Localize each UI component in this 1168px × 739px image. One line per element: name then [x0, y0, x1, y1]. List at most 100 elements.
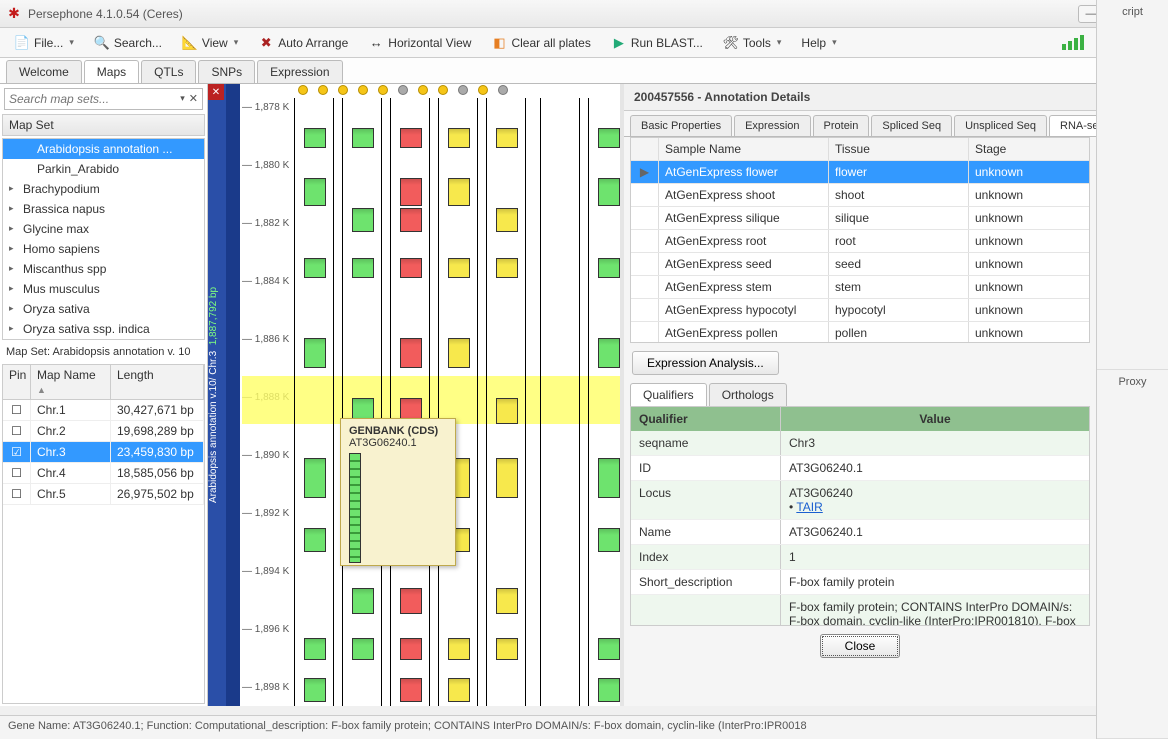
gene-feature[interactable] [448, 128, 470, 148]
gene-feature[interactable] [496, 398, 518, 424]
gene-feature[interactable] [352, 208, 374, 232]
gene-feature[interactable] [304, 638, 326, 660]
gene-feature[interactable] [496, 588, 518, 614]
rna-row[interactable]: AtGenExpress rootrootunknown [631, 230, 1089, 253]
gene-feature[interactable] [448, 338, 470, 368]
track[interactable] [390, 98, 430, 706]
tab-snps[interactable]: SNPs [198, 60, 255, 83]
mapset-search-input[interactable] [9, 92, 176, 106]
side-dock-item[interactable]: cript [1097, 0, 1168, 370]
tab-expression[interactable]: Expression [734, 115, 810, 136]
map-row[interactable]: ☐Chr.526,975,502 bp [3, 484, 204, 505]
gene-feature[interactable] [598, 638, 620, 660]
rna-row[interactable]: AtGenExpress shootshootunknown [631, 184, 1089, 207]
gene-feature[interactable] [304, 338, 326, 368]
tree-item[interactable]: Arabidopsis annotation ... [3, 139, 204, 159]
gene-feature[interactable] [496, 128, 518, 148]
qualifier-row[interactable]: Short_descriptionF-box family protein [631, 570, 1089, 595]
gene-feature[interactable] [448, 638, 470, 660]
qualifier-row[interactable]: Index1 [631, 545, 1089, 570]
tab-orthologs[interactable]: Orthologs [709, 383, 787, 406]
rna-row[interactable]: ▶AtGenExpress flowerflowerunknown [631, 161, 1089, 184]
tree-item[interactable]: ▸Oryza sativa ssp. indica [3, 319, 204, 339]
clear-search-icon[interactable]: ✕ [189, 92, 198, 105]
mapset-tree[interactable]: Arabidopsis annotation ...Parkin_Arabido… [2, 138, 205, 340]
tree-item[interactable]: ▸Glycine max [3, 219, 204, 239]
tree-item[interactable]: ▸Oryza sativa [3, 299, 204, 319]
gene-feature[interactable] [598, 178, 620, 206]
map-row[interactable]: ☐Chr.130,427,671 bp [3, 400, 204, 421]
tree-item[interactable]: ▸Miscanthus spp [3, 259, 204, 279]
gene-feature[interactable] [448, 258, 470, 278]
gene-feature[interactable] [352, 638, 374, 660]
clear-plates-button[interactable]: ◧Clear all plates [485, 33, 596, 53]
track[interactable] [540, 98, 580, 706]
track[interactable] [342, 98, 382, 706]
track[interactable] [486, 98, 526, 706]
tair-link[interactable]: TAIR [796, 500, 822, 514]
tree-item[interactable]: ▸Brachypodium [3, 179, 204, 199]
gene-feature[interactable] [400, 208, 422, 232]
gene-feature[interactable] [304, 458, 326, 498]
gene-feature[interactable] [352, 128, 374, 148]
horizontal-view-button[interactable]: ↔Horizontal View [362, 33, 477, 53]
gene-feature[interactable] [400, 258, 422, 278]
track[interactable] [294, 98, 334, 706]
gene-feature[interactable] [496, 638, 518, 660]
search-button[interactable]: 🔍Search... [88, 33, 168, 53]
gene-feature[interactable] [400, 588, 422, 614]
side-dock-item[interactable]: Proxy [1097, 370, 1168, 739]
map-row[interactable]: ☐Chr.219,698,289 bp [3, 421, 204, 442]
qualifier-row[interactable]: IDAT3G06240.1 [631, 456, 1089, 481]
track[interactable] [588, 98, 620, 706]
gene-feature[interactable] [400, 128, 422, 148]
map-grid[interactable]: Pin Map Name ▲ Length ☐Chr.130,427,671 b… [2, 364, 205, 704]
rna-row[interactable]: AtGenExpress seedseedunknown [631, 253, 1089, 276]
view-menu[interactable]: 📐View [176, 33, 244, 53]
close-plate-icon[interactable]: ✕ [208, 84, 224, 100]
tab-expression[interactable]: Expression [257, 60, 342, 83]
tab-maps[interactable]: Maps [84, 60, 139, 83]
close-annotation-button[interactable]: Close [820, 634, 901, 658]
qualifier-row[interactable]: LocusAT3G06240• TAIR [631, 481, 1089, 520]
gene-feature[interactable] [304, 178, 326, 206]
tab-spliced-seq[interactable]: Spliced Seq [871, 115, 952, 136]
tree-item[interactable]: ▸Mus musculus [3, 279, 204, 299]
tree-item[interactable]: Parkin_Arabido [3, 159, 204, 179]
tab-basic-properties[interactable]: Basic Properties [630, 115, 732, 136]
tracks-area[interactable] [294, 98, 620, 706]
gene-feature[interactable] [496, 208, 518, 232]
map-row[interactable]: ☑Chr.323,459,830 bp [3, 442, 204, 463]
dropdown-icon[interactable]: ▾ [180, 93, 185, 104]
map-row[interactable]: ☐Chr.418,585,056 bp [3, 463, 204, 484]
tree-item[interactable]: ▸Brassica napus [3, 199, 204, 219]
rna-row[interactable]: AtGenExpress stemstemunknown [631, 276, 1089, 299]
rna-row[interactable]: AtGenExpress siliquesiliqueunknown [631, 207, 1089, 230]
qualifier-table[interactable]: Qualifier Value seqnameChr3IDAT3G06240.1… [630, 406, 1090, 626]
rna-row[interactable]: AtGenExpress pollenpollenunknown [631, 322, 1089, 343]
gene-feature[interactable] [598, 678, 620, 702]
auto-arrange-button[interactable]: ✖Auto Arrange [252, 33, 354, 53]
tools-menu[interactable]: 🛠Tools [717, 33, 788, 53]
gene-feature[interactable] [598, 458, 620, 498]
qualifier-row[interactable]: NameAT3G06240.1 [631, 520, 1089, 545]
gene-feature[interactable] [598, 338, 620, 368]
file-menu[interactable]: 📄File... [8, 33, 80, 53]
rna-row[interactable]: AtGenExpress hypocotylhypocotylunknown [631, 299, 1089, 322]
gene-feature[interactable] [304, 678, 326, 702]
qualifier-row[interactable]: seqnameChr3 [631, 431, 1089, 456]
gene-feature[interactable] [598, 258, 620, 278]
gene-feature[interactable] [352, 588, 374, 614]
tab-unspliced-seq[interactable]: Unspliced Seq [954, 115, 1047, 136]
qualifier-row[interactable]: F-box family protein; CONTAINS InterPro … [631, 595, 1089, 626]
gene-feature[interactable] [400, 678, 422, 702]
expression-analysis-button[interactable]: Expression Analysis... [632, 351, 779, 375]
gene-feature[interactable] [598, 128, 620, 148]
mapset-search[interactable]: ▾ ✕ [4, 88, 203, 110]
rna-seq-table[interactable]: Sample Name Tissue Stage ▶AtGenExpress f… [630, 137, 1090, 343]
gene-feature[interactable] [352, 258, 374, 278]
gene-feature[interactable] [400, 178, 422, 206]
gene-feature[interactable] [448, 178, 470, 206]
track-buttons[interactable] [294, 84, 620, 98]
help-menu[interactable]: Help [795, 34, 842, 52]
